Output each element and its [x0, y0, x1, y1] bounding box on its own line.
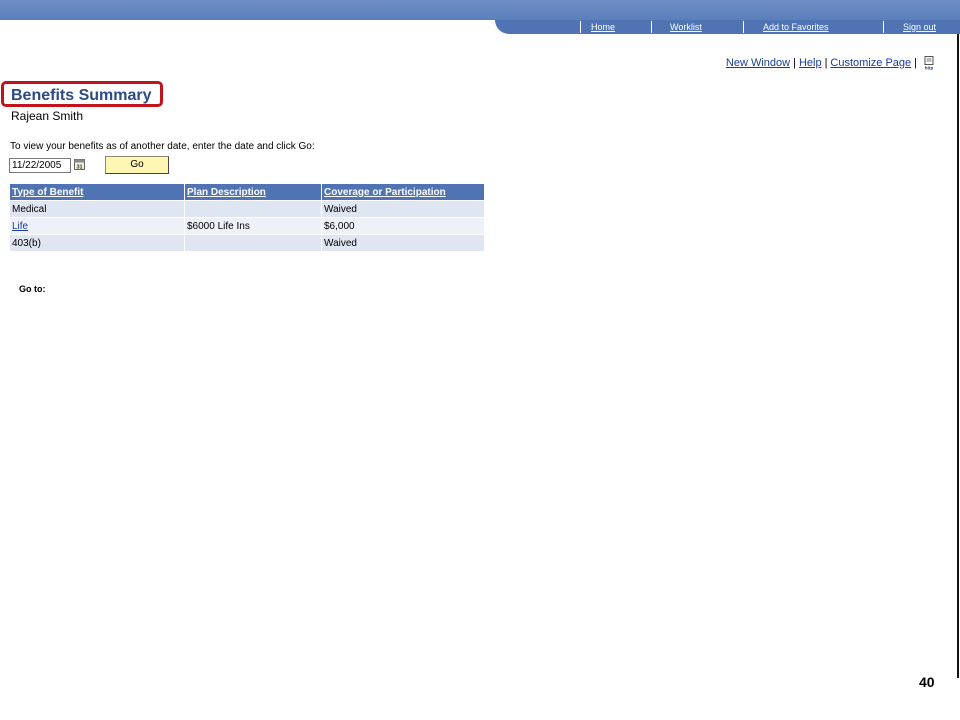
table-header-row: Type of Benefit Plan Description Coverag… [10, 184, 484, 200]
new-window-link[interactable]: New Window [726, 57, 790, 69]
right-edge-border [957, 34, 959, 678]
nav-separator [883, 21, 884, 33]
nav-signout-link[interactable]: Sign out [903, 20, 936, 34]
customize-page-link[interactable]: Customize Page [830, 57, 911, 69]
top-nav-bar: Home Worklist Add to Favorites Sign out [495, 20, 960, 34]
nav-add-favorites-link[interactable]: Add to Favorites [763, 20, 829, 34]
column-header-type[interactable]: Type of Benefit [10, 184, 184, 200]
nav-home-link[interactable]: Home [591, 20, 615, 34]
http-link-icon[interactable]: http [922, 56, 936, 70]
column-header-plan[interactable]: Plan Description [185, 184, 321, 200]
separator: | [914, 56, 917, 69]
page-title: Benefits Summary [11, 87, 152, 104]
benefit-type-cell: 403(b) [10, 234, 184, 251]
benefit-type-cell: Life [10, 217, 184, 234]
coverage-cell: Waived [322, 234, 484, 251]
life-benefit-link[interactable]: Life [12, 221, 28, 232]
nav-worklist-link[interactable]: Worklist [670, 20, 702, 34]
nav-separator [580, 21, 581, 33]
table-row: Life $6000 Life Ins $6,000 [10, 217, 484, 234]
calendar-icon[interactable]: 31 [74, 159, 85, 170]
benefit-type-cell: Medical [10, 200, 184, 217]
svg-text:31: 31 [76, 165, 82, 171]
svg-text:http: http [925, 66, 934, 71]
as-of-date-input[interactable] [9, 158, 71, 173]
nav-separator [743, 21, 744, 33]
slide-page-number: 40 [919, 674, 935, 690]
benefits-table: Type of Benefit Plan Description Coverag… [9, 184, 485, 251]
separator: | [793, 56, 796, 69]
coverage-cell: $6,000 [322, 217, 484, 234]
top-banner [0, 0, 960, 20]
utility-links: New Window | Help | Customize Page | http [726, 56, 936, 70]
goto-label: Go to: [19, 284, 46, 294]
date-instruction: To view your benefits as of another date… [10, 141, 315, 152]
nav-separator [651, 21, 652, 33]
plan-description-cell [185, 234, 321, 251]
employee-name: Rajean Smith [11, 109, 84, 123]
column-header-coverage[interactable]: Coverage or Participation [322, 184, 484, 200]
coverage-cell: Waived [322, 200, 484, 217]
plan-description-cell [185, 200, 321, 217]
go-button[interactable]: Go [105, 156, 169, 174]
plan-description-cell: $6000 Life Ins [185, 217, 321, 234]
table-row: Medical Waived [10, 200, 484, 217]
help-link[interactable]: Help [799, 57, 822, 69]
table-row: 403(b) Waived [10, 234, 484, 251]
separator: | [824, 56, 828, 69]
